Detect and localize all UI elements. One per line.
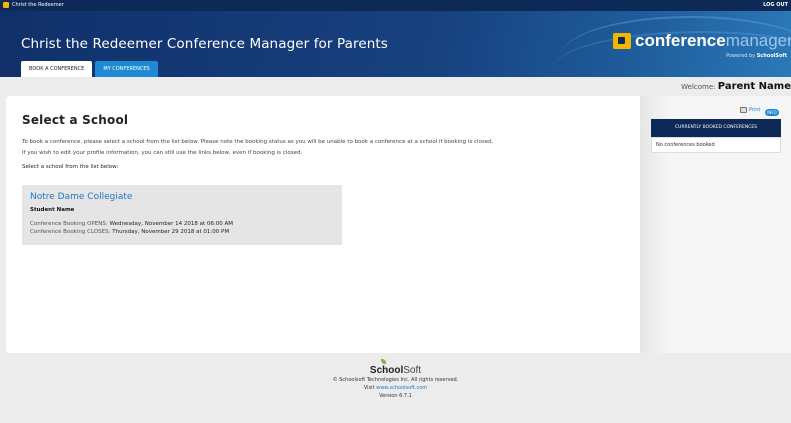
printer-icon (740, 107, 747, 113)
conference-manager-logo: conference manager (613, 31, 791, 51)
header: Christ the Redeemer Conference Manager f… (0, 11, 791, 77)
booking-closes-value: Thursday, November 29 2018 at 01:00 PM (112, 229, 230, 235)
student-name: Student Name (30, 207, 75, 213)
instructions-text: To book a conference, please select a sc… (22, 139, 494, 145)
topbar-title: Christ the Redeemer (12, 2, 64, 8)
select-school-label: Select a school from the list below: (22, 164, 119, 170)
powered-by-brand: SchoolSoft (756, 53, 787, 59)
welcome-message: Welcome: Parent Name (681, 78, 791, 95)
user-name: Parent Name (717, 81, 791, 92)
tab-book-a-conference[interactable]: BOOK A CONFERENCE (21, 61, 93, 77)
brand-light-text: manager (725, 31, 791, 50)
welcome-label: Welcome: (681, 83, 716, 91)
booked-conferences-empty: No conferences booked (651, 137, 781, 153)
print-label: Print (749, 107, 761, 113)
booking-opens-label: Conference Booking OPENS: (30, 221, 108, 227)
visit-line: Visit www.schoolsoft.com (0, 384, 791, 392)
school-link[interactable]: Notre Dame Collegiate (30, 192, 132, 202)
booking-closes: Conference Booking CLOSES: Thursday, Nov… (30, 229, 229, 235)
visit-prefix: Visit (363, 385, 375, 391)
tab-my-conferences[interactable]: MY CONFERENCES (95, 61, 158, 77)
page-heading: Christ the Redeemer Conference Manager f… (21, 36, 388, 52)
tab-bar: BOOK A CONFERENCE MY CONFERENCES (21, 61, 161, 77)
powered-by: Powered by SchoolSoft (726, 53, 787, 59)
school-card: Notre Dame Collegiate Student Name Confe… (22, 185, 342, 245)
copyright-text: © Schoolsoft Technologies Inc. All right… (332, 377, 459, 383)
profile-note-text: If you wish to edit your profile informa… (22, 150, 303, 156)
logout-link[interactable]: LOG OUT (763, 2, 788, 9)
booking-opens-value: Wednesday, November 14 2018 at 06:00 AM (109, 221, 234, 227)
brand-bold-text: conference (635, 31, 726, 50)
booked-conferences-heading: CURRENTLY BOOKED CONFERENCES (651, 119, 781, 137)
page-title: Select a School (22, 113, 129, 127)
main-content: Select a School To book a conference, pl… (22, 113, 622, 170)
version-text: Version 6.7.1 (379, 393, 412, 399)
booking-closes-label: Conference Booking CLOSES: (30, 229, 111, 235)
footer-logo-light: Soft (403, 365, 422, 376)
schoolsoft-link[interactable]: www.schoolsoft.com (376, 385, 427, 391)
school-logo-icon (3, 2, 9, 8)
schoolsoft-logo: SchoolSoft (369, 359, 422, 376)
footer: SchoolSoft © Schoolsoft Technologies Inc… (0, 353, 791, 423)
footer-logo-bold: School (369, 365, 404, 376)
booking-opens: Conference Booking OPENS: Wednesday, Nov… (30, 221, 233, 227)
leaf-icon (380, 359, 386, 364)
brand-icon (613, 33, 631, 49)
print-button[interactable]: Print (740, 107, 761, 113)
top-bar: Christ the Redeemer LOG OUT (0, 0, 791, 11)
info-button[interactable]: INFO (765, 109, 779, 116)
powered-by-prefix: Powered by (726, 53, 756, 59)
